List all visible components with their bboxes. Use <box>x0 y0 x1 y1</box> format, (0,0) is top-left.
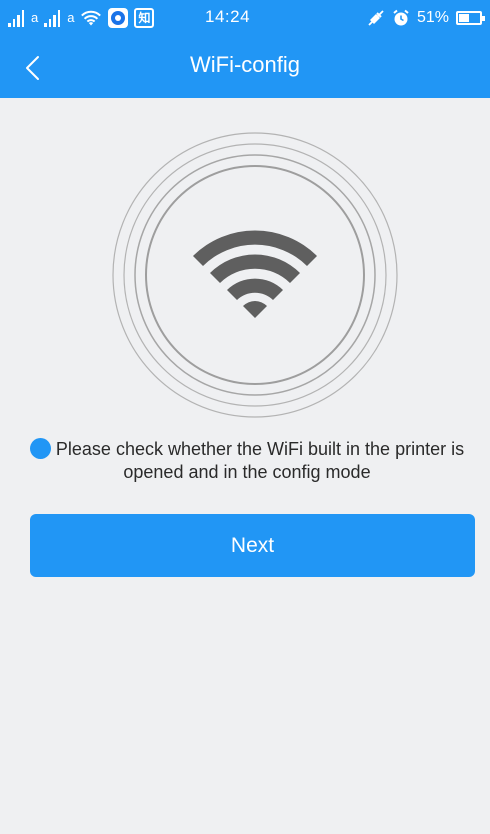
ring <box>123 143 387 407</box>
carrier-mark: a <box>31 10 39 25</box>
signal-icon <box>44 9 61 27</box>
alarm-icon <box>393 9 409 26</box>
battery-fill <box>459 14 469 22</box>
wifi-illustration <box>110 130 400 420</box>
page-title: WiFi-config <box>189 52 300 77</box>
outer-ring <box>112 132 398 418</box>
app-notification-icon <box>108 8 129 28</box>
carrier-mark: a <box>67 10 75 25</box>
zhihu-icon: 知 <box>134 8 155 28</box>
next-button[interactable]: Next <box>30 514 475 577</box>
bullet-icon <box>29 438 51 459</box>
battery-percent: 51% <box>416 9 449 26</box>
nav-bar: WiFi-config <box>0 40 490 98</box>
status-time: 14:24 <box>205 7 251 26</box>
battery-icon <box>456 11 485 25</box>
status-bar-left: a a 知 <box>8 6 155 30</box>
wifi-icon <box>81 10 102 26</box>
mute-icon <box>368 10 384 26</box>
inner-ring <box>145 165 365 385</box>
top-app-bar: a a 知 14:24 51% WiFi-config <box>0 0 490 98</box>
ring <box>134 154 376 396</box>
wifi-icon <box>193 230 317 318</box>
status-bar: a a 知 14:24 51% <box>0 0 490 36</box>
instruction-text: Please check whether the WiFi built in t… <box>55 439 465 482</box>
signal-icon <box>8 9 24 27</box>
instruction-message: Please check whether the WiFi built in t… <box>22 438 472 484</box>
status-bar-right: 51% <box>367 6 485 30</box>
